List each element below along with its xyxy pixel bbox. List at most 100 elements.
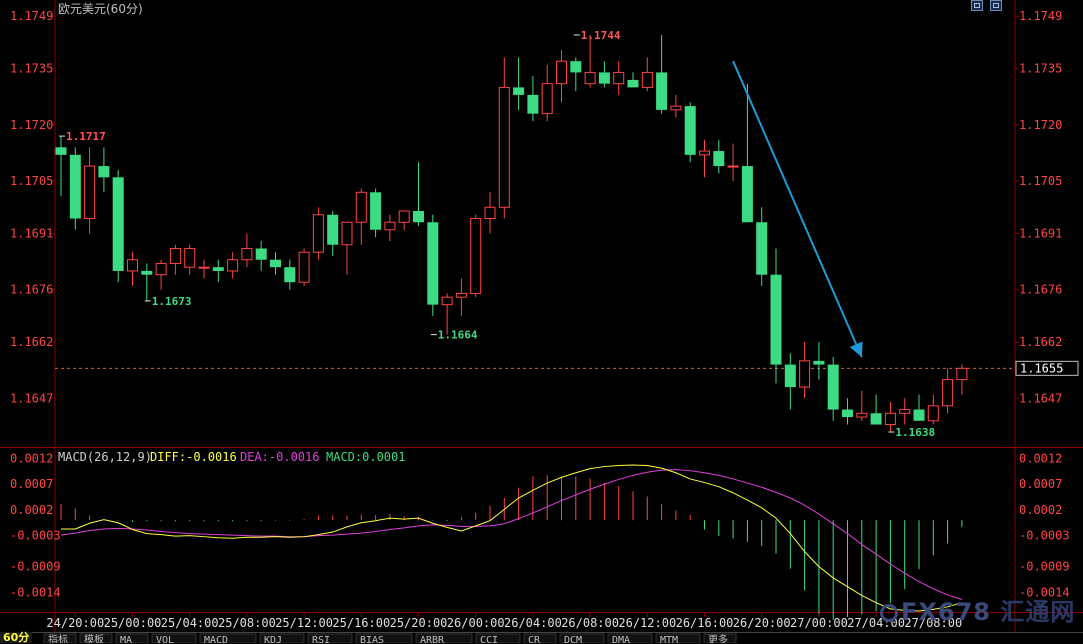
candle-body-up — [355, 191, 367, 223]
candle-body-down — [513, 87, 525, 95]
time-tick-label: 25/12:00 — [275, 616, 333, 630]
candle-body-down — [870, 413, 882, 425]
macd-tick-label-left: -0.0009 — [10, 560, 61, 574]
time-tick-label: 26/16:00 — [676, 616, 734, 630]
candle-body-up — [384, 221, 396, 231]
candle-body-up — [727, 165, 739, 168]
candle-body-down — [827, 364, 839, 410]
candle-body-up — [184, 247, 196, 268]
candle-body-down — [255, 248, 267, 260]
candle-body-up — [927, 405, 939, 422]
candle-body-down — [570, 61, 582, 73]
extreme-price-label: 1.1638 — [895, 426, 935, 439]
current-price-label: 1.1655 — [1020, 361, 1063, 375]
candle-body-down — [212, 267, 224, 271]
macd-tick-label-left: 0.0012 — [10, 451, 53, 465]
watermark-logo-icon — [880, 604, 898, 622]
candle-body-up — [956, 367, 968, 381]
macd-dea-value: DEA:-0.0016 — [240, 450, 320, 464]
indicator-tab-label: BIAS — [360, 635, 384, 643]
time-tick-label: 26/20:00 — [733, 616, 791, 630]
indicator-tab-label: VOL — [156, 635, 174, 643]
candle-body-up — [298, 251, 310, 283]
price-tick-label-right: 1.1691 — [1019, 226, 1062, 240]
candle-body-down — [913, 409, 925, 421]
price-tick-label-left: 1.1720 — [10, 118, 53, 132]
indicator-tab-label: DCM — [564, 635, 582, 643]
candle-body-up — [799, 360, 811, 388]
price-tick-label-left: 1.1647 — [10, 391, 53, 405]
candle-body-up — [227, 259, 239, 272]
candle-body-up — [312, 214, 324, 253]
indicator-tab-label: MA — [120, 635, 132, 643]
indicator-tab-label: ARBR — [420, 635, 445, 643]
candle-body-down — [770, 274, 782, 365]
macd-tick-label-right: 0.0007 — [1019, 477, 1062, 491]
macd-dea-line — [60, 469, 963, 601]
candle-body-down — [756, 222, 768, 275]
indicator-tab-label: 模板 — [84, 633, 104, 643]
candle-body-down — [327, 214, 339, 245]
candle-body-down — [69, 154, 81, 219]
price-tick-label-right: 1.1676 — [1019, 283, 1062, 297]
candle-body-down — [713, 151, 725, 167]
indicator-tab-label: DMA — [612, 635, 630, 643]
price-tick-label-left: 1.1662 — [10, 335, 53, 349]
watermark: FX678 汇通网 — [880, 592, 1075, 627]
chart-title: 欧元美元(60分) — [58, 2, 143, 16]
time-tick-label: 25/04:00 — [161, 616, 219, 630]
time-tick-label: 26/04:00 — [504, 616, 562, 630]
extreme-price-label: 1.1664 — [438, 329, 478, 342]
candle-body-down — [656, 72, 668, 110]
candle-body-up — [498, 86, 510, 208]
candle-body-down — [284, 267, 296, 283]
indicator-tab-label: CCI — [480, 635, 498, 643]
candle-body-up — [441, 296, 453, 306]
candle-body-up — [613, 71, 625, 85]
candle-body-up — [699, 150, 710, 156]
window-maximize-button[interactable] — [990, 0, 1002, 11]
candle-body-down — [627, 79, 639, 88]
time-tick-label: 26/12:00 — [618, 616, 676, 630]
indicator-tab-label: 更多 — [708, 633, 728, 643]
candle-body-down — [270, 259, 281, 268]
period-selector[interactable]: 60分 — [0, 632, 33, 643]
indicator-tab-label: MTM — [660, 635, 678, 643]
price-tick-label-left: 1.1735 — [10, 62, 53, 76]
candle-body-up — [899, 409, 911, 414]
candle-body-down — [413, 211, 424, 223]
chart-canvas: 1.1749 1.1749 1.1735 1.1735 1.1720 1.1720 1.17… — [0, 0, 1083, 643]
candle-body-up — [884, 412, 896, 426]
macd-value: MACD:0.0001 — [326, 450, 406, 464]
candle-body-down — [141, 270, 153, 275]
candle-body-up — [341, 221, 353, 246]
window-restore-button[interactable] — [971, 0, 983, 11]
macd-tick-label-right: -0.0009 — [1019, 560, 1070, 574]
macd-label: MACD(26,12,9) — [58, 450, 152, 464]
macd-diff-value: DIFF:-0.0016 — [150, 450, 237, 464]
price-tick-label-left: 1.1749 — [10, 9, 53, 23]
price-tick-label-right: 1.1749 — [1019, 9, 1062, 23]
candle-body-up — [169, 247, 181, 264]
candle-body-down — [370, 192, 382, 230]
time-tick-label: 25/20:00 — [390, 616, 448, 630]
time-tick-label: 25/00:00 — [104, 616, 162, 630]
indicator-tab-label: CR — [528, 635, 541, 643]
candle-body-up — [670, 105, 682, 111]
time-tick-label: 26/08:00 — [561, 616, 619, 630]
candle-body-up — [856, 412, 868, 418]
macd-tick-label-left: -0.0014 — [10, 585, 61, 599]
price-tick-label-left: 1.1691 — [10, 226, 53, 240]
candle-body-down — [112, 177, 124, 271]
price-tick-label-right: 1.1735 — [1019, 62, 1062, 76]
candle-body-down — [741, 166, 753, 223]
macd-diff-line — [61, 464, 963, 612]
candle-body-up — [470, 218, 482, 294]
macd-tick-label-left: 0.0002 — [10, 503, 53, 517]
indicator-tab-label: RSI — [312, 635, 330, 643]
candle-body-down — [98, 166, 110, 178]
price-tick-label-right: 1.1720 — [1019, 118, 1062, 132]
candle-body-up — [398, 210, 410, 223]
candle-body-up — [584, 71, 596, 85]
extreme-price-label: 1.1673 — [152, 295, 192, 308]
